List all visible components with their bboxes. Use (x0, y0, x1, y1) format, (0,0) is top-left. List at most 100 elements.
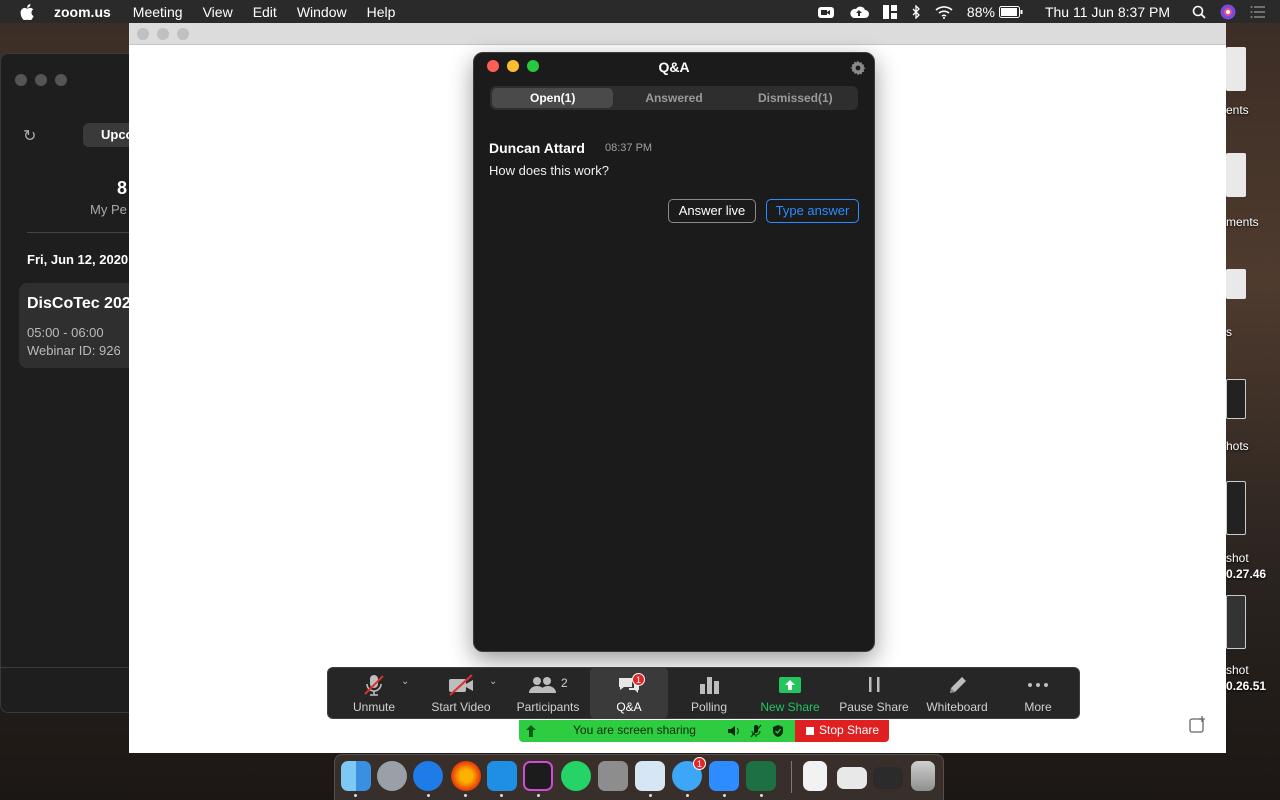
running-indicator (723, 794, 726, 797)
desktop-screenshot-icon[interactable] (1226, 595, 1246, 649)
whiteboard-button[interactable]: Whiteboard (920, 668, 994, 718)
window-layout-icon[interactable] (882, 4, 897, 19)
stop-share-button[interactable]: Stop Share (795, 720, 889, 742)
desktop-label[interactable]: 0.27.46 (1226, 567, 1266, 581)
new-share-button[interactable]: New Share (753, 668, 827, 718)
cloud-upload-icon[interactable] (849, 5, 869, 19)
document-icon[interactable] (803, 761, 827, 791)
screen-sharing-bar: You are screen sharing Stop Share (519, 720, 889, 742)
whatsapp-icon[interactable] (561, 761, 591, 791)
launchpad-icon[interactable] (377, 761, 407, 791)
downloads-stack-icon[interactable] (873, 767, 903, 789)
window-titlebar[interactable] (129, 23, 1226, 45)
window-controls (15, 74, 67, 86)
sharing-text: You are screen sharing (573, 723, 696, 737)
wifi-icon[interactable] (935, 5, 953, 19)
window-controls (137, 28, 189, 40)
meeting-card[interactable]: DisCoTec 202 05:00 - 06:00 Webinar ID: 9… (19, 283, 131, 368)
tab-answered[interactable]: Answered (613, 88, 734, 108)
messages-badge: 1 (693, 757, 706, 770)
terminal-icon[interactable] (523, 761, 553, 791)
upcoming-tab[interactable]: Upco (83, 123, 131, 147)
participants-button[interactable]: 2 Participants (511, 668, 585, 718)
menu-window[interactable]: Window (297, 4, 347, 20)
pause-icon (862, 674, 886, 696)
firefox-icon[interactable] (451, 761, 481, 791)
desktop-file-icon[interactable] (1226, 47, 1246, 91)
video-off-icon (447, 674, 475, 696)
menu-app-name[interactable]: zoom.us (54, 4, 111, 20)
more-dots-icon (1026, 674, 1050, 696)
finder-icon[interactable] (341, 761, 371, 791)
video-options-chevron-icon[interactable]: ⌄ (489, 676, 497, 687)
close-icon[interactable] (137, 28, 149, 40)
gear-icon[interactable] (850, 60, 866, 76)
more-button[interactable]: More (1012, 668, 1064, 718)
excel-icon[interactable] (746, 761, 776, 791)
maximize-icon[interactable] (177, 28, 189, 40)
type-answer-button[interactable]: Type answer (766, 199, 859, 223)
screenshot-stack-icon[interactable] (837, 767, 867, 789)
system-preferences-icon[interactable] (598, 761, 628, 791)
stop-share-label: Stop Share (819, 723, 880, 737)
desktop-screenshot-icon[interactable] (1226, 379, 1246, 419)
maximize-icon[interactable] (55, 74, 67, 86)
menu-meeting[interactable]: Meeting (133, 4, 183, 20)
desktop-label[interactable]: s (1226, 325, 1232, 339)
qa-badge: 1 (632, 673, 645, 686)
participants-count: 2 (561, 676, 568, 690)
apple-icon[interactable] (20, 3, 36, 20)
security-shield-icon[interactable] (772, 724, 784, 738)
vscode-icon[interactable] (487, 761, 517, 791)
pause-share-button[interactable]: Pause Share (834, 668, 914, 718)
desktop-icons: ents ments s hots shot 0.27.46 shot 0.26… (1226, 23, 1280, 753)
tab-dismissed[interactable]: Dismissed(1) (735, 88, 856, 108)
battery-icon[interactable] (998, 5, 1023, 18)
sharing-status[interactable]: You are screen sharing (519, 720, 795, 742)
share-arrow-icon (525, 724, 537, 738)
spotlight-search-icon[interactable] (1192, 5, 1206, 19)
unmute-button[interactable]: Unmute (344, 668, 404, 718)
desktop-label[interactable]: 0.26.51 (1226, 679, 1266, 693)
polling-button[interactable]: Polling (678, 668, 740, 718)
dock: 1 (334, 754, 944, 800)
minimize-icon[interactable] (157, 28, 169, 40)
spark-mail-icon[interactable] (413, 761, 443, 791)
answer-live-button[interactable]: Answer live (668, 199, 756, 223)
menu-view[interactable]: View (203, 4, 233, 20)
trash-icon[interactable] (911, 761, 935, 791)
minimize-icon[interactable] (35, 74, 47, 86)
menu-edit[interactable]: Edit (253, 4, 277, 20)
expand-corner-icon[interactable] (1188, 715, 1208, 735)
unmute-label: Unmute (352, 700, 396, 714)
desktop-file-icon[interactable] (1226, 153, 1246, 197)
menu-clock[interactable]: Thu 11 Jun 8:37 PM (1045, 4, 1170, 20)
zoom-status-icon[interactable] (817, 5, 835, 19)
new-share-label: New Share (760, 700, 820, 714)
running-indicator (649, 794, 652, 797)
desktop-label[interactable]: shot (1226, 551, 1249, 565)
menu-help[interactable]: Help (367, 4, 396, 20)
audio-options-chevron-icon[interactable]: ⌄ (401, 676, 409, 687)
desktop-file-icon[interactable] (1226, 269, 1246, 299)
preview-icon[interactable] (635, 761, 665, 791)
meeting-count-label: My Pe (90, 202, 127, 217)
start-video-button[interactable]: Start Video (424, 668, 498, 718)
refresh-icon[interactable]: ↻ (23, 126, 36, 146)
zoom-home-window: ↻ Upco 8 My Pe Fri, Jun 12, 2020 DisCoTe… (0, 53, 132, 713)
speaker-icon[interactable] (727, 724, 739, 738)
qa-button[interactable]: 1 Q&A (590, 668, 668, 718)
desktop-label[interactable]: ments (1226, 215, 1259, 229)
zoom-icon[interactable] (709, 761, 739, 791)
desktop-screenshot-icon[interactable] (1226, 481, 1246, 535)
muted-microphone-icon[interactable] (750, 724, 762, 738)
desktop-label[interactable]: ents (1226, 103, 1249, 117)
meeting-toolbar: Unmute ⌄ Start Video ⌄ 2 Participants 1 … (327, 667, 1080, 719)
notification-center-icon[interactable] (1250, 5, 1266, 19)
desktop-label[interactable]: shot (1226, 663, 1249, 677)
siri-icon[interactable] (1220, 4, 1236, 20)
tab-open[interactable]: Open(1) (492, 88, 614, 108)
close-icon[interactable] (15, 74, 27, 86)
bluetooth-icon[interactable] (911, 4, 921, 19)
desktop-label[interactable]: hots (1226, 439, 1249, 453)
